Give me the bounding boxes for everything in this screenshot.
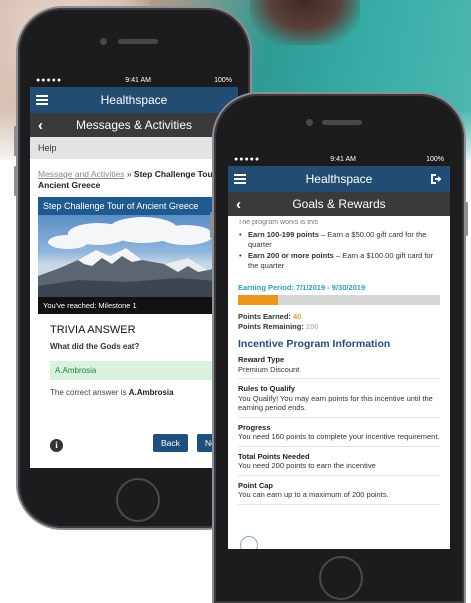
left-phone-side-button xyxy=(14,126,17,156)
goals-content: The program works is this Earn 100-199 p… xyxy=(228,216,450,505)
partial-text-line: The program works is this xyxy=(238,220,319,226)
detail-value: You need 160 points to complete your inc… xyxy=(238,432,440,441)
points-remaining-value: 200 xyxy=(305,322,319,331)
reward-tiers-list: Earn 100-199 points – Earn a $50.00 gift… xyxy=(238,230,440,271)
milestone-caption: You've reached: Milestone 1 xyxy=(38,297,230,314)
right-phone-side-button-2 xyxy=(465,202,468,236)
status-time: 9:41 AM xyxy=(330,155,356,163)
right-phone-camera xyxy=(306,119,313,126)
detail-label: Progress xyxy=(238,422,271,432)
points-summary: Points Earned: 40 Points Remaining: 200 xyxy=(238,312,440,332)
reward-tier: Earn 200 or more points – Earn a $100.00… xyxy=(238,251,440,271)
detail-row: Total Points Needed You need 200 points t… xyxy=(238,452,440,476)
detail-value: You Qualify! You may earn points for thi… xyxy=(238,393,433,413)
app-title: Healthspace xyxy=(100,93,168,107)
detail-value: Premium Discount xyxy=(238,364,300,374)
back-button[interactable]: Back xyxy=(153,434,188,452)
detail-label: Total Points Needed xyxy=(238,451,310,461)
right-phone-screen: ●●●●● 9:41 AM 100% Healthspace ‹ Goals &… xyxy=(228,152,450,549)
left-phone-side-button-2 xyxy=(14,166,17,196)
signal-indicator: ●●●●● xyxy=(234,155,261,163)
breadcrumb: Message and Activities » Step Challenge … xyxy=(30,159,238,191)
screen-title: Goals & Rewards xyxy=(292,197,386,211)
detail-label: Reward Type xyxy=(238,355,285,364)
right-phone-side-button xyxy=(210,212,213,238)
right-phone: ●●●●● 9:41 AM 100% Healthspace ‹ Goals &… xyxy=(210,94,468,603)
detail-row: Point Cap You can earn up to a maximum of… xyxy=(238,481,440,505)
trivia-title: TRIVIA ANSWER xyxy=(50,324,136,336)
challenge-card-title: Step Challenge Tour of Ancient Greece xyxy=(38,197,230,215)
detail-value: You need 200 points to earn the incentiv… xyxy=(238,461,376,470)
mountain-peaks xyxy=(38,248,230,297)
status-time: 9:41 AM xyxy=(125,76,151,84)
left-phone-screen: ●●●●● 9:41 AM 100% Healthspace ‹ Message… xyxy=(30,73,238,468)
left-phone-home-button[interactable] xyxy=(116,478,160,522)
left-phone-speaker xyxy=(118,39,158,44)
status-bar: ●●●●● 9:41 AM 100% xyxy=(30,73,238,87)
detail-row: Reward Type Premium Discount xyxy=(238,355,440,379)
points-earned: Points Earned: 40 xyxy=(238,312,302,321)
right-phone-speaker xyxy=(322,120,362,125)
detail-label: Rules to Qualify xyxy=(238,384,296,393)
screen-header: ‹ Messages & Activities xyxy=(30,113,238,137)
battery-indicator: 100% xyxy=(426,155,444,163)
detail-row: Rules to Qualify You Qualify! You may ear… xyxy=(238,384,440,418)
app-header: Healthspace xyxy=(228,166,450,192)
status-bar: ●●●●● 9:41 AM 100% xyxy=(228,152,450,166)
answer-note-value: A.Ambrosia xyxy=(128,388,174,397)
screen-title: Messages & Activities xyxy=(75,118,193,132)
photo-hair-area xyxy=(250,0,360,45)
screen-header: ‹ Goals & Rewards xyxy=(228,192,450,216)
info-icon[interactable]: i xyxy=(50,439,63,452)
help-link[interactable]: Help xyxy=(30,137,238,159)
reward-tier: Earn 100-199 points – Earn a $50.00 gift… xyxy=(238,230,440,250)
app-title: Healthspace xyxy=(305,172,373,186)
mountain-image xyxy=(38,215,230,297)
battery-indicator: 100% xyxy=(214,76,232,84)
points-progress-bar xyxy=(238,295,440,305)
left-phone-camera xyxy=(100,38,107,45)
detail-label: Point Cap xyxy=(238,480,273,490)
trivia-question: What did the Gods eat? xyxy=(50,342,140,351)
section-title: Incentive Program Information xyxy=(238,338,391,350)
signal-indicator: ●●●●● xyxy=(36,76,63,84)
app-header: Healthspace xyxy=(30,87,238,113)
points-progress-fill xyxy=(238,295,279,305)
right-phone-home-button[interactable] xyxy=(319,556,363,600)
breadcrumb-separator: » xyxy=(124,169,134,179)
points-earned-value: 40 xyxy=(293,312,302,321)
scroll-circle-button[interactable] xyxy=(240,536,258,549)
logout-icon[interactable] xyxy=(430,173,442,185)
detail-value: You can earn up to a maximum of 200 poin… xyxy=(238,490,389,499)
answer-note: The correct answer is A.Ambrosia xyxy=(50,388,174,397)
breadcrumb-link[interactable]: Message and Activities xyxy=(38,169,124,179)
detail-row: Progress You need 160 points to complete … xyxy=(238,423,440,447)
earning-period: Earning Period: 7/1/2019 - 9/30/2019 xyxy=(238,283,366,292)
answer-option: A.Ambrosia xyxy=(50,361,230,380)
points-remaining: Points Remaining: 200 xyxy=(238,322,319,331)
